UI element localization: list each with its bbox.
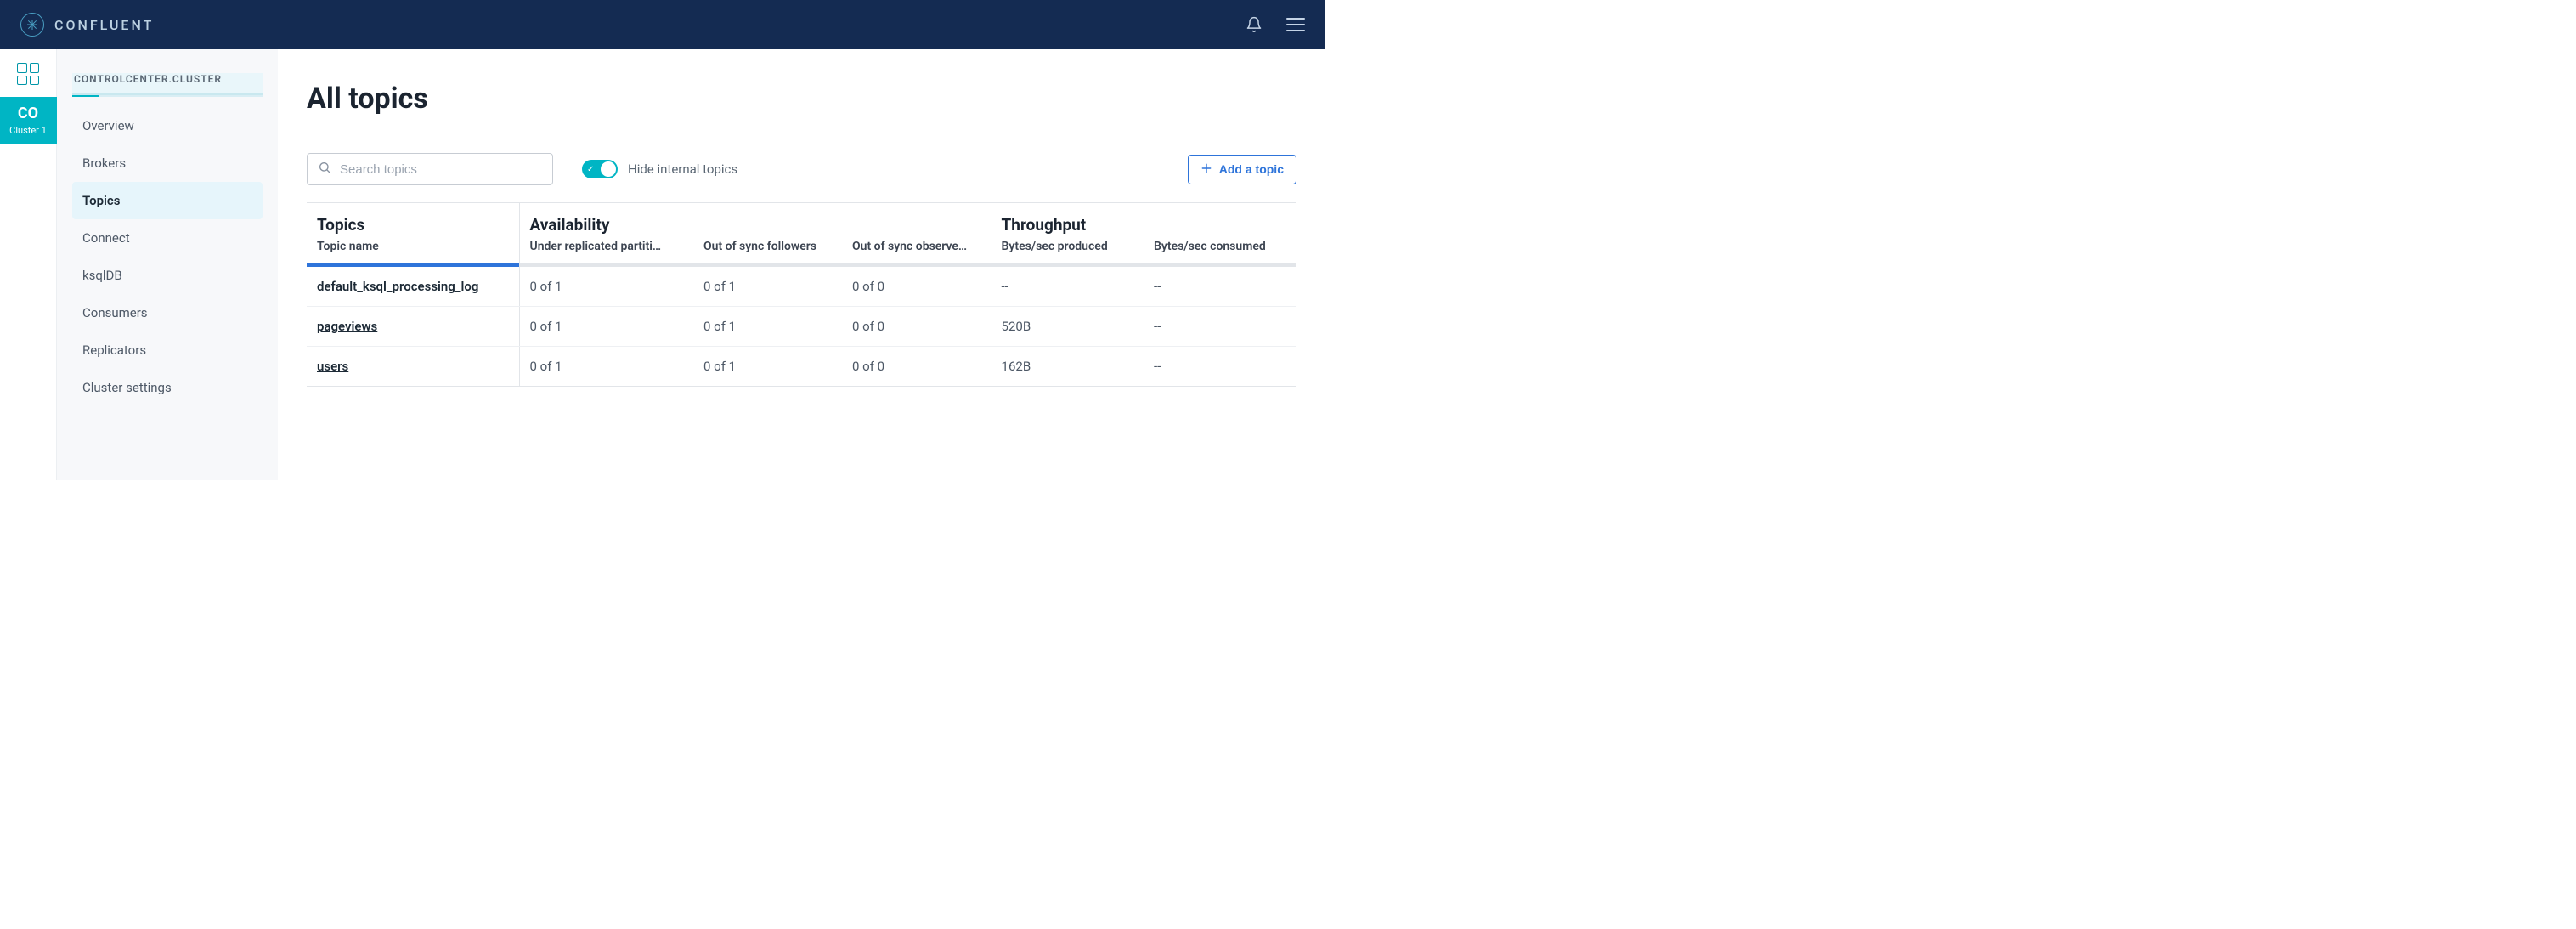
- cell-consumed: --: [1144, 347, 1296, 387]
- col-under-replicated[interactable]: Under replicated partiti…: [519, 236, 693, 263]
- cell-oos-followers: 0 of 1: [693, 267, 842, 307]
- topbar-actions: [1246, 16, 1305, 33]
- cell-oos-followers: 0 of 1: [693, 307, 842, 347]
- toolbar: ✓ Hide internal topics Add a topic: [307, 153, 1296, 185]
- main: All topics ✓ Hide internal topics: [278, 49, 1325, 480]
- sidebar-item-topics[interactable]: Topics: [72, 182, 263, 219]
- col-bytes-consumed[interactable]: Bytes/sec consumed: [1144, 236, 1296, 263]
- topics-table: Topics Availability Throughput Topic nam…: [307, 203, 1296, 387]
- menu-icon[interactable]: [1286, 18, 1305, 31]
- sidebar: CONTROLCENTER.CLUSTER OverviewBrokersTop…: [57, 49, 278, 480]
- cell-under-replicated: 0 of 1: [519, 347, 693, 387]
- sidebar-item-replicators[interactable]: Replicators: [72, 331, 263, 369]
- table-row: pageviews0 of 10 of 10 of 0520B--: [307, 307, 1296, 347]
- home-grid-icon[interactable]: [17, 63, 39, 85]
- rail-cluster-tile[interactable]: CO Cluster 1: [0, 97, 57, 144]
- confluent-logo-icon: [20, 13, 44, 37]
- table-row: users0 of 10 of 10 of 0162B--: [307, 347, 1296, 387]
- cell-under-replicated: 0 of 1: [519, 307, 693, 347]
- breadcrumb-progress: [72, 95, 263, 97]
- check-icon: ✓: [587, 165, 594, 174]
- cell-oos-observers: 0 of 0: [842, 307, 991, 347]
- bell-icon[interactable]: [1246, 16, 1263, 33]
- sidebar-item-connect[interactable]: Connect: [72, 219, 263, 257]
- search-icon: [318, 161, 331, 178]
- topic-name-cell[interactable]: pageviews: [307, 307, 519, 347]
- search-input[interactable]: [340, 162, 542, 177]
- hide-internal-label: Hide internal topics: [628, 161, 737, 177]
- sidebar-item-cluster-settings[interactable]: Cluster settings: [72, 369, 263, 406]
- group-availability: Availability: [519, 203, 991, 236]
- plus-icon: [1200, 162, 1212, 177]
- nav-rail: CO Cluster 1: [0, 49, 57, 480]
- cell-oos-observers: 0 of 0: [842, 267, 991, 307]
- cell-produced: --: [991, 267, 1144, 307]
- add-topic-label: Add a topic: [1219, 162, 1284, 176]
- cell-under-replicated: 0 of 1: [519, 267, 693, 307]
- col-oos-followers[interactable]: Out of sync followers: [693, 236, 842, 263]
- brand-name: CONFLUENT: [54, 17, 154, 33]
- topics-table-wrap: Topics Availability Throughput Topic nam…: [307, 202, 1296, 387]
- add-topic-button[interactable]: Add a topic: [1188, 155, 1296, 184]
- cell-produced: 520B: [991, 307, 1144, 347]
- cell-produced: 162B: [991, 347, 1144, 387]
- sidebar-item-consumers[interactable]: Consumers: [72, 294, 263, 331]
- group-throughput: Throughput: [991, 203, 1296, 236]
- toggle-knob: [601, 161, 616, 177]
- page-title: All topics: [307, 82, 1296, 116]
- col-topic-name[interactable]: Topic name: [307, 236, 519, 263]
- cluster-short: CO: [3, 105, 54, 122]
- cell-consumed: --: [1144, 267, 1296, 307]
- hide-internal-toggle-wrap: ✓ Hide internal topics: [582, 160, 737, 178]
- search-input-wrap[interactable]: [307, 153, 553, 185]
- cell-oos-observers: 0 of 0: [842, 347, 991, 387]
- col-oos-observers[interactable]: Out of sync observe…: [842, 236, 991, 263]
- hide-internal-toggle[interactable]: ✓: [582, 160, 618, 178]
- cluster-label: Cluster 1: [3, 125, 54, 136]
- topic-name-cell[interactable]: default_ksql_processing_log: [307, 267, 519, 307]
- cell-oos-followers: 0 of 1: [693, 347, 842, 387]
- col-bytes-produced[interactable]: Bytes/sec produced: [991, 236, 1144, 263]
- table-row: default_ksql_processing_log0 of 10 of 10…: [307, 267, 1296, 307]
- cell-consumed: --: [1144, 307, 1296, 347]
- group-topics: Topics: [307, 203, 519, 236]
- sidebar-item-ksqldb[interactable]: ksqlDB: [72, 257, 263, 294]
- breadcrumb: CONTROLCENTER.CLUSTER: [72, 73, 263, 95]
- sidebar-item-overview[interactable]: Overview: [72, 107, 263, 144]
- topic-name-cell[interactable]: users: [307, 347, 519, 387]
- brand: CONFLUENT: [20, 13, 154, 37]
- sidebar-item-brokers[interactable]: Brokers: [72, 144, 263, 182]
- topbar: CONFLUENT: [0, 0, 1325, 49]
